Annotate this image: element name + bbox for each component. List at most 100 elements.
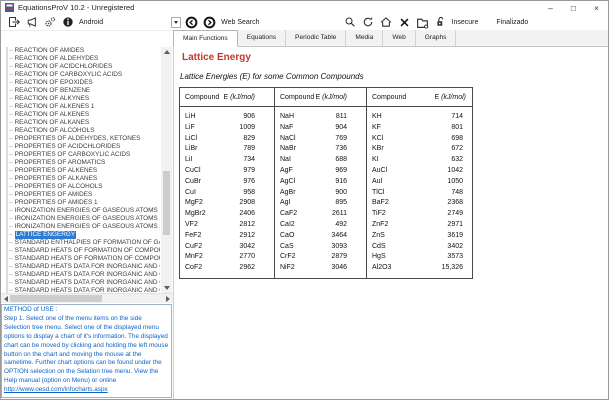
sidebar-item-reaction-of-alkynes[interactable]: –REACTION OF ALKYNES	[9, 95, 160, 103]
tab-bar: Main FunctionsEquationsPeriodic TableMed…	[173, 30, 608, 47]
sidebar-item-properties-of-acidchlorides[interactable]: –PROPERTIES OF ACIDCHLORIDES	[9, 143, 160, 151]
table-column-group: CompoundE (kJ/mol)KH714KF801KCl698KBr672…	[367, 88, 472, 278]
sidebar-item-ironization-energies-of-gaseous-atoms-2[interactable]: –IRONIZATION ENERGIES OF GASEOUS ATOMS 2	[9, 223, 160, 231]
close-window-button[interactable]: ×	[585, 2, 608, 14]
status-label: Finalizado	[496, 19, 528, 26]
nav-back-icon[interactable]	[185, 16, 198, 29]
compound-cell: CoF2	[180, 263, 239, 274]
horizontal-scroll-thumb[interactable]	[10, 295, 102, 302]
tab-periodic-table[interactable]: Periodic Table	[286, 30, 346, 46]
sidebar-item-label: STANDARD HEATS DATA FOR INORGANIC AND OR…	[15, 271, 160, 279]
tree-dash-icon: –	[9, 127, 13, 135]
sidebar-item-reaction-of-benzene[interactable]: –REACTION OF BENZENE	[9, 87, 160, 95]
sidebar-item-reaction-of-epoxides[interactable]: –REACTION OF EPOXIDES	[9, 79, 160, 87]
energy-cell: 1009	[239, 123, 274, 134]
sidebar-item-standard-heats-of-formation-of-compounds-1[interactable]: –STANDARD HEATS OF FORMATION OF COMPOUND…	[9, 247, 160, 255]
energy-cell: 2406	[239, 209, 274, 220]
sidebar-item-reaction-of-aldehydes[interactable]: –REACTION OF ALDEHYDES	[9, 55, 160, 63]
sidebar-item-label: STANDARD HEATS OF FORMATION OF COMPOUNDS…	[15, 255, 160, 263]
gears-icon[interactable]	[43, 16, 56, 29]
exit-icon[interactable]	[7, 16, 20, 29]
tree-dash-icon: –	[9, 111, 13, 119]
sidebar-item-standard-enthalpies-of-formation-of-gaseous[interactable]: –STANDARD ENTHALPIES OF FORMATION OF GAS…	[9, 239, 160, 247]
tab-graphs[interactable]: Graphs	[416, 30, 457, 46]
tree-dash-icon: –	[9, 247, 13, 255]
sidebar-item-properties-of-aromatics[interactable]: –PROPERTIES OF AROMATICS	[9, 159, 160, 167]
sidebar-vertical-scrollbar[interactable]	[161, 47, 172, 293]
energy-cell: 2749	[447, 209, 472, 220]
tree-dash-icon: –	[9, 263, 13, 271]
sidebar-item-ironization-energies-of-gaseous-atoms-1[interactable]: –IRONIZATION ENERGIES OF GASEOUS ATOMS 1	[9, 215, 160, 223]
sidebar-item-reaction-of-alkanes[interactable]: –REACTION OF ALKANES	[9, 119, 160, 127]
scroll-right-arrow-icon[interactable]	[163, 294, 173, 303]
sidebar-item-reaction-of-alkenes[interactable]: –REACTION OF ALKENES	[9, 111, 160, 119]
tab-web[interactable]: Web	[383, 30, 415, 46]
unlock-icon[interactable]	[434, 16, 447, 29]
sidebar-item-label: STANDARD HEATS DATA FOR INORGANIC AND OR…	[15, 263, 160, 271]
app-icon	[5, 3, 14, 12]
nav-forward-icon[interactable]	[203, 16, 216, 29]
megaphone-icon[interactable]	[25, 16, 38, 29]
home-icon[interactable]	[380, 16, 393, 29]
scroll-up-arrow-icon[interactable]	[161, 47, 172, 57]
sidebar-item-standard-heats-data-for-inorganic-and-organi-28[interactable]: –STANDARD HEATS DATA FOR INORGANIC AND O…	[9, 271, 160, 279]
energy-cell: 2962	[239, 263, 274, 274]
tree-dash-icon: –	[9, 207, 13, 215]
table-row: KBr672	[367, 144, 472, 155]
sidebar-item-properties-of-amides-1[interactable]: –PROPERTIES OF AMIDES 1	[9, 199, 160, 207]
sidebar-item-reaction-of-amides[interactable]: –REACTION OF AMIDES	[9, 47, 160, 55]
table-row: CaF22611	[275, 209, 366, 220]
sidebar-item-standard-heats-of-formation-of-compounds-2[interactable]: –STANDARD HEATS OF FORMATION OF COMPOUND…	[9, 255, 160, 263]
stop-icon[interactable]	[398, 16, 411, 29]
sidebar-item-properties-of-alkanes[interactable]: –PROPERTIES OF ALKANES	[9, 175, 160, 183]
table-row: AuCl1042	[367, 166, 472, 177]
sidebar-item-reaction-of-acidchlorides[interactable]: –REACTION OF ACIDCHLORIDES	[9, 63, 160, 71]
help-link[interactable]: http://www.oesd.com/infocharts.aspx	[4, 386, 108, 393]
vertical-scroll-thumb[interactable]	[163, 171, 170, 235]
sidebar-item-properties-of-alkenes[interactable]: –PROPERTIES OF ALKENES	[9, 167, 160, 175]
sidebar-item-ironization-energies-of-gaseous-atoms[interactable]: –IRONIZATION ENERGIES OF GASEOUS ATOMS	[9, 207, 160, 215]
maximize-button[interactable]: □	[562, 2, 585, 14]
sidebar-item-properties-of-amides[interactable]: –PROPERTIES OF AMIDES	[9, 191, 160, 199]
energy-cell: 2770	[239, 252, 274, 263]
sidebar-horizontal-scrollbar[interactable]	[1, 293, 173, 303]
tab-main-functions[interactable]: Main Functions	[173, 30, 238, 47]
sidebar-item-properties-of-alcohols[interactable]: –PROPERTIES OF ALCOHOLS	[9, 183, 160, 191]
sidebar-item-properties-of-aldehydes-ketones[interactable]: –PROPERTIES OF ALDEHYDES, KETONES	[9, 135, 160, 143]
tree-dash-icon: –	[9, 191, 13, 199]
sidebar-item-standard-heats-data-for-inorganic-and-organi-27[interactable]: –STANDARD HEATS DATA FOR INORGANIC AND O…	[9, 263, 160, 271]
compound-cell: LiF	[180, 123, 239, 134]
energy-cell: 3573	[447, 252, 472, 263]
energy-cell: 3619	[447, 231, 472, 242]
compound-cell: MgBr2	[180, 209, 239, 220]
sidebar-item-label: REACTION OF ACIDCHLORIDES	[15, 63, 113, 71]
sidebar-item-standard-heats-data-for-inorganic-and-organi-29[interactable]: –STANDARD HEATS DATA FOR INORGANIC AND O…	[9, 279, 160, 287]
table-row: CuI958	[180, 188, 274, 199]
energy-cell: 2912	[239, 231, 274, 242]
scroll-down-arrow-icon[interactable]	[161, 283, 172, 293]
tab-equations[interactable]: Equations	[238, 30, 286, 46]
energy-cell: 734	[243, 155, 274, 166]
tree-dash-icon: –	[9, 95, 13, 103]
table-row: CaI2492	[275, 220, 366, 231]
compound-cell: KBr	[367, 144, 451, 155]
info-icon[interactable]	[61, 16, 74, 29]
energy-cell: 672	[451, 144, 472, 155]
sidebar-item-label: REACTION OF ALKYNES	[15, 95, 90, 103]
table-row: CdS3402	[367, 242, 472, 253]
title-bar: EquationsProV 10.2 - Unregistered – □ ×	[1, 1, 608, 14]
folder-icon[interactable]	[416, 16, 429, 29]
energy-cell: 829	[243, 134, 274, 145]
compound-cell: TiF2	[367, 209, 447, 220]
dropdown-selector[interactable]	[171, 17, 181, 28]
tree-dash-icon: –	[9, 135, 13, 143]
sidebar-item-reaction-of-alkenes-1[interactable]: –REACTION OF ALKENES 1	[9, 103, 160, 111]
refresh-icon[interactable]	[362, 16, 375, 29]
sidebar-item-reaction-of-carboxylic-acids[interactable]: –REACTION OF CARBOXYLIC ACIDS	[9, 71, 160, 79]
sidebar-item-reaction-of-alcohols[interactable]: –REACTION OF ALCOHOLS	[9, 127, 160, 135]
search-icon[interactable]	[344, 16, 357, 29]
minimize-button[interactable]: –	[539, 2, 562, 14]
tab-media[interactable]: Media	[346, 30, 383, 46]
sidebar-item-lattice-engergy[interactable]: –LATTICE ENGERGY	[9, 231, 160, 239]
sidebar-item-properties-of-carboxylic-acids[interactable]: –PROPERTIES OF CARBOXYLIC ACIDS	[9, 151, 160, 159]
